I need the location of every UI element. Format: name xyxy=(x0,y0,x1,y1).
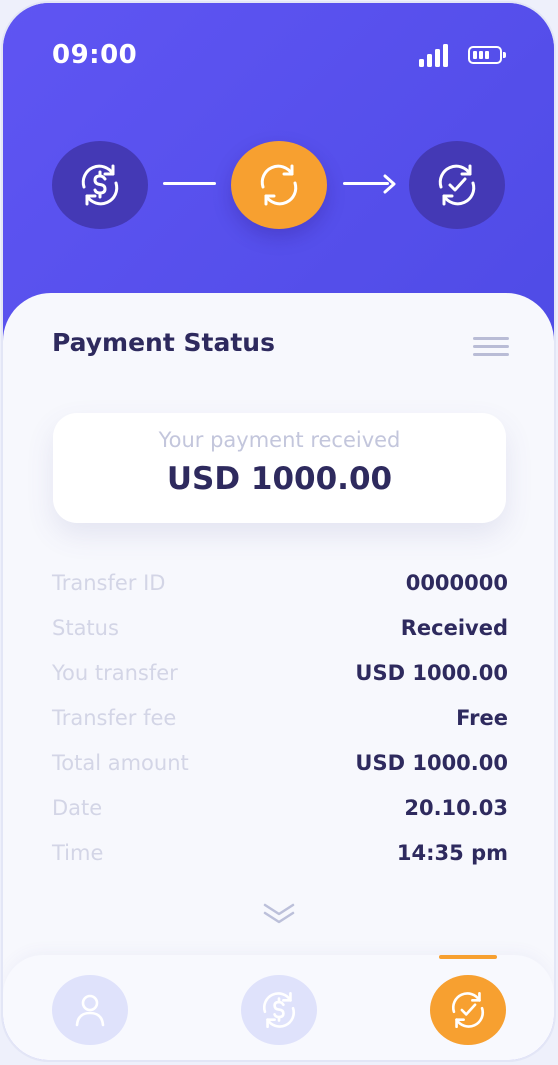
detail-label: Time xyxy=(52,841,104,865)
check-refresh-icon xyxy=(452,991,484,1029)
detail-value: 0000000 xyxy=(405,571,508,595)
detail-value: Free xyxy=(456,706,508,730)
detail-label: You transfer xyxy=(52,661,178,685)
status-bar: 09:00 xyxy=(3,3,554,103)
refresh-icon xyxy=(260,164,298,206)
double-chevron-down-icon[interactable] xyxy=(261,901,297,927)
nav-profile-button[interactable] xyxy=(52,975,128,1045)
hamburger-menu-icon[interactable] xyxy=(473,337,509,357)
progress-steps xyxy=(3,138,554,233)
payment-status-card: Payment Status Your payment received USD… xyxy=(3,293,554,1060)
nav-status-button[interactable] xyxy=(430,975,506,1045)
transfer-details: Transfer ID 0000000 Status Received You … xyxy=(52,571,508,886)
user-icon xyxy=(75,994,105,1027)
payment-received-box: Your payment received USD 1000.00 xyxy=(53,413,506,523)
nav-exchange-button[interactable] xyxy=(241,975,317,1045)
arrow-right-icon xyxy=(383,174,396,194)
detail-value: Received xyxy=(400,616,508,640)
dollar-exchange-icon xyxy=(81,164,119,206)
received-amount: USD 1000.00 xyxy=(166,461,393,497)
dollar-exchange-icon xyxy=(263,991,295,1029)
detail-label: Status xyxy=(52,616,119,640)
detail-row-you-transfer: You transfer USD 1000.00 xyxy=(52,661,508,706)
step-processing[interactable] xyxy=(231,141,327,229)
detail-label: Date xyxy=(52,796,103,820)
detail-value: 14:35 pm xyxy=(396,841,508,865)
page-title: Payment Status xyxy=(52,328,275,357)
received-label: Your payment received xyxy=(158,428,401,452)
detail-row-date: Date 20.10.03 xyxy=(52,796,508,841)
detail-row-transfer-fee: Transfer fee Free xyxy=(52,706,508,751)
active-tab-indicator xyxy=(439,955,497,959)
step-complete[interactable] xyxy=(409,141,505,229)
detail-row-time: Time 14:35 pm xyxy=(52,841,508,886)
detail-value: USD 1000.00 xyxy=(355,751,508,775)
detail-row-total-amount: Total amount USD 1000.00 xyxy=(52,751,508,796)
detail-value: 20.10.03 xyxy=(404,796,508,820)
step-connector-1 xyxy=(163,182,216,185)
phone-screen: 09:00 Payment Status Your payment receiv… xyxy=(3,3,554,1060)
detail-row-status: Status Received xyxy=(52,616,508,661)
signal-bars-icon xyxy=(419,43,451,67)
detail-label: Transfer fee xyxy=(52,706,177,730)
bottom-navigation xyxy=(3,955,554,1060)
detail-row-transfer-id: Transfer ID 0000000 xyxy=(52,571,508,616)
check-refresh-icon xyxy=(438,164,476,206)
detail-label: Total amount xyxy=(52,751,189,775)
battery-icon xyxy=(468,46,506,64)
detail-value: USD 1000.00 xyxy=(355,661,508,685)
step-exchange[interactable] xyxy=(52,141,148,229)
detail-label: Transfer ID xyxy=(52,571,166,595)
status-time: 09:00 xyxy=(52,40,138,70)
